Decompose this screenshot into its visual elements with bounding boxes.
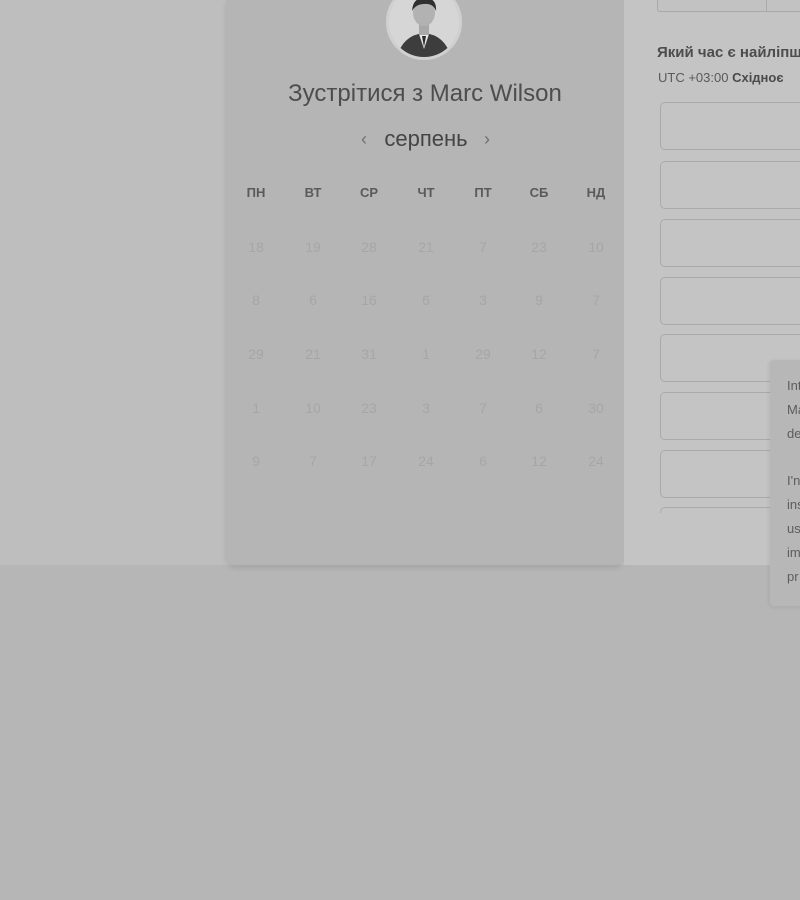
calendar-day[interactable]: 10 [576, 237, 616, 257]
calendar-day[interactable]: 31 [349, 344, 389, 364]
calendar-day[interactable]: 28 [349, 237, 389, 257]
bio-text-line: Int [787, 378, 800, 393]
calendar-day[interactable]: 8 [236, 290, 276, 310]
calendar-day[interactable]: 6 [293, 290, 333, 310]
time-slot-button[interactable] [660, 102, 800, 150]
timezone-offset: UTC +03:00 [658, 70, 729, 85]
toggle-divider [766, 0, 767, 11]
calendar-day[interactable]: 29 [236, 344, 276, 364]
calendar-day[interactable]: 7 [576, 290, 616, 310]
weekday-label: НД [586, 185, 606, 200]
calendar-day[interactable]: 19 [293, 237, 333, 257]
chevron-right-icon[interactable]: › [475, 126, 499, 154]
chevron-left-icon[interactable]: ‹ [352, 126, 376, 154]
calendar-day[interactable]: 24 [406, 451, 446, 471]
calendar-day[interactable]: 23 [519, 237, 559, 257]
calendar-day[interactable]: 12 [519, 451, 559, 471]
calendar-day[interactable]: 24 [576, 451, 616, 471]
month-label: серпень [384, 126, 468, 151]
weekday-header: ПН ВТ СР ЧТ ПТ СБ НД [226, 185, 624, 203]
bio-text-line: us [787, 521, 800, 536]
month-navigation: ‹ серпень › [226, 126, 624, 154]
calendar-day[interactable]: 21 [406, 237, 446, 257]
bio-text-line: im [787, 545, 800, 560]
bio-text-line: ins [787, 497, 800, 512]
calendar-day[interactable]: 7 [463, 398, 503, 418]
calendar-day[interactable]: 7 [293, 451, 333, 471]
bio-text-line: de [787, 426, 800, 441]
calendar-day[interactable]: 18 [236, 237, 276, 257]
host-avatar [386, 0, 462, 60]
calendar-day[interactable]: 6 [463, 451, 503, 471]
calendar-day[interactable]: 23 [349, 398, 389, 418]
timezone-selector[interactable]: UTC +03:00 Східноє [658, 70, 784, 85]
time-slot-button[interactable] [660, 277, 800, 325]
page-title: Зустрітися з Marc Wilson [288, 80, 562, 107]
calendar-day[interactable]: 30 [576, 398, 616, 418]
host-avatar-image [389, 0, 459, 57]
weekday-label: ПН [246, 185, 266, 200]
calendar-day[interactable]: 6 [406, 290, 446, 310]
calendar-day[interactable]: 7 [576, 344, 616, 364]
calendar-day[interactable]: 10 [293, 398, 333, 418]
bio-text-line: pr [787, 569, 799, 584]
calendar-day[interactable]: 7 [463, 237, 503, 257]
calendar-day[interactable]: 6 [519, 398, 559, 418]
calendar-card: Зустрітися з Marc Wilson ‹ серпень › ПН … [226, 0, 624, 565]
calendar-day[interactable]: 16 [349, 290, 389, 310]
time-slot-button[interactable] [660, 161, 800, 209]
calendar-day[interactable]: 3 [406, 398, 446, 418]
weekday-label: ЧТ [417, 185, 435, 200]
host-bio-popover: Int Ma de I'n ins us im pr [770, 360, 800, 606]
bio-text-line: Ma [787, 402, 800, 417]
weekday-label: ПТ [474, 185, 492, 200]
time-question: Який час є найліпш [657, 44, 800, 61]
weekday-label: СР [359, 185, 379, 200]
calendar-day[interactable]: 3 [463, 290, 503, 310]
top-toggle[interactable] [657, 0, 800, 12]
calendar-day[interactable]: 29 [463, 344, 503, 364]
calendar-day[interactable]: 1 [406, 344, 446, 364]
calendar-day[interactable]: 17 [349, 451, 389, 471]
time-slot-button[interactable] [660, 219, 800, 267]
timezone-name: Східноє [732, 70, 784, 85]
weekday-label: ВТ [304, 185, 322, 200]
left-panel [0, 0, 226, 565]
bio-text-line: I'n [787, 473, 800, 488]
weekday-label: СБ [529, 185, 549, 200]
calendar-day[interactable]: 12 [519, 344, 559, 364]
calendar-day[interactable]: 9 [236, 451, 276, 471]
calendar-day[interactable]: 21 [293, 344, 333, 364]
page-background: Зустрітися з Marc Wilson ‹ серпень › ПН … [0, 0, 800, 565]
calendar-day[interactable]: 9 [519, 290, 559, 310]
calendar-day[interactable]: 1 [236, 398, 276, 418]
